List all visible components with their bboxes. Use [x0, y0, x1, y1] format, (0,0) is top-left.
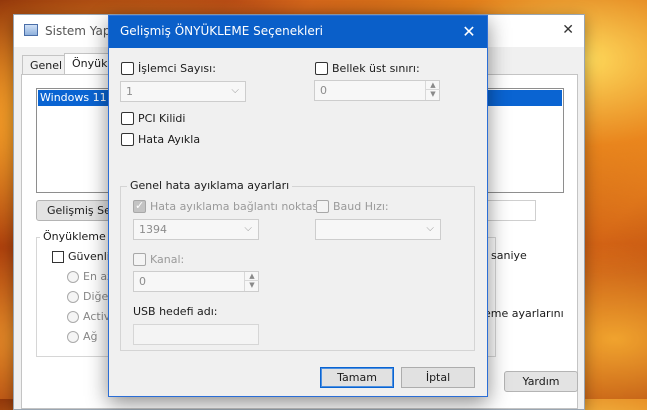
- chevron-down-icon: ⌵: [426, 223, 434, 234]
- radio-network-label: Ağ: [83, 330, 98, 343]
- bg-window-title: Sistem Yapıl: [45, 24, 118, 38]
- help-button[interactable]: Yardım: [504, 371, 578, 392]
- safe-boot-checkbox[interactable]: [52, 251, 64, 263]
- baud-rate-checkbox[interactable]: [316, 200, 329, 213]
- debug-label: Hata Ayıkla: [138, 133, 201, 146]
- processor-count-checkbox[interactable]: [121, 62, 134, 75]
- bg-close-icon[interactable]: ✕: [562, 22, 574, 38]
- boot-settings-text: eme ayarlarını: [484, 307, 564, 320]
- pci-lock-checkbox[interactable]: [121, 112, 134, 125]
- debug-port-checkbox[interactable]: [133, 199, 146, 213]
- advanced-boot-options-dialog: Gelişmiş ÖNYÜKLEME Seçenekleri ✕ İşlemci…: [108, 15, 488, 397]
- spin-up-icon[interactable]: ▲: [245, 272, 259, 281]
- max-memory-label: Bellek üst sınırı:: [332, 62, 420, 75]
- dialog-titlebar[interactable]: Gelişmiş ÖNYÜKLEME Seçenekleri ✕: [109, 16, 487, 48]
- spin-up-icon[interactable]: ▲: [426, 81, 440, 90]
- usb-target-input[interactable]: [133, 324, 259, 345]
- channel-value: 0: [139, 275, 146, 288]
- close-icon[interactable]: ✕: [451, 16, 487, 48]
- radio-other[interactable]: [67, 291, 79, 303]
- usb-target-label: USB hedefi adı:: [133, 305, 218, 318]
- baud-rate-label: Baud Hızı:: [333, 200, 389, 213]
- max-memory-stepper[interactable]: 0 ▲ ▼: [314, 80, 440, 101]
- max-memory-value: 0: [320, 84, 327, 97]
- dialog-title: Gelişmiş ÖNYÜKLEME Seçenekleri: [120, 24, 324, 38]
- debug-port-value: 1394: [139, 223, 167, 236]
- max-memory-spin: ▲ ▼: [425, 81, 440, 100]
- system-config-icon: [24, 24, 38, 36]
- seconds-label: saniye: [491, 249, 527, 262]
- chevron-down-icon: ⌵: [244, 223, 252, 234]
- cancel-button[interactable]: İptal: [401, 367, 475, 388]
- processor-count-select[interactable]: 1 ⌵: [120, 81, 246, 102]
- timeout-field[interactable]: [486, 200, 536, 221]
- processor-count-label: İşlemci Sayısı:: [138, 62, 216, 75]
- radio-minimal[interactable]: [67, 271, 79, 283]
- radio-active[interactable]: [67, 311, 79, 323]
- max-memory-checkbox[interactable]: [315, 62, 328, 75]
- channel-spin: ▲ ▼: [244, 272, 259, 291]
- ok-button[interactable]: Tamam: [320, 367, 394, 388]
- pci-lock-label: PCI Kilidi: [138, 112, 186, 125]
- debug-checkbox[interactable]: [121, 133, 134, 146]
- debug-port-select[interactable]: 1394 ⌵: [133, 219, 259, 240]
- processor-count-value: 1: [126, 85, 133, 98]
- debug-port-label: Hata ayıklama bağlantı noktası:: [150, 200, 325, 213]
- tab-general[interactable]: Genel: [22, 55, 71, 75]
- global-debug-group-label: Genel hata ayıklama ayarları: [127, 179, 293, 192]
- chevron-down-icon: ⌵: [231, 85, 239, 96]
- channel-label: Kanal:: [150, 253, 185, 266]
- spin-down-icon[interactable]: ▼: [245, 281, 259, 290]
- spin-down-icon[interactable]: ▼: [426, 90, 440, 99]
- channel-stepper[interactable]: 0 ▲ ▼: [133, 271, 259, 292]
- baud-rate-select[interactable]: ⌵: [315, 219, 441, 240]
- channel-checkbox[interactable]: [133, 253, 146, 266]
- radio-network[interactable]: [67, 331, 79, 343]
- advanced-options-button[interactable]: Gelişmiş Se: [36, 200, 110, 221]
